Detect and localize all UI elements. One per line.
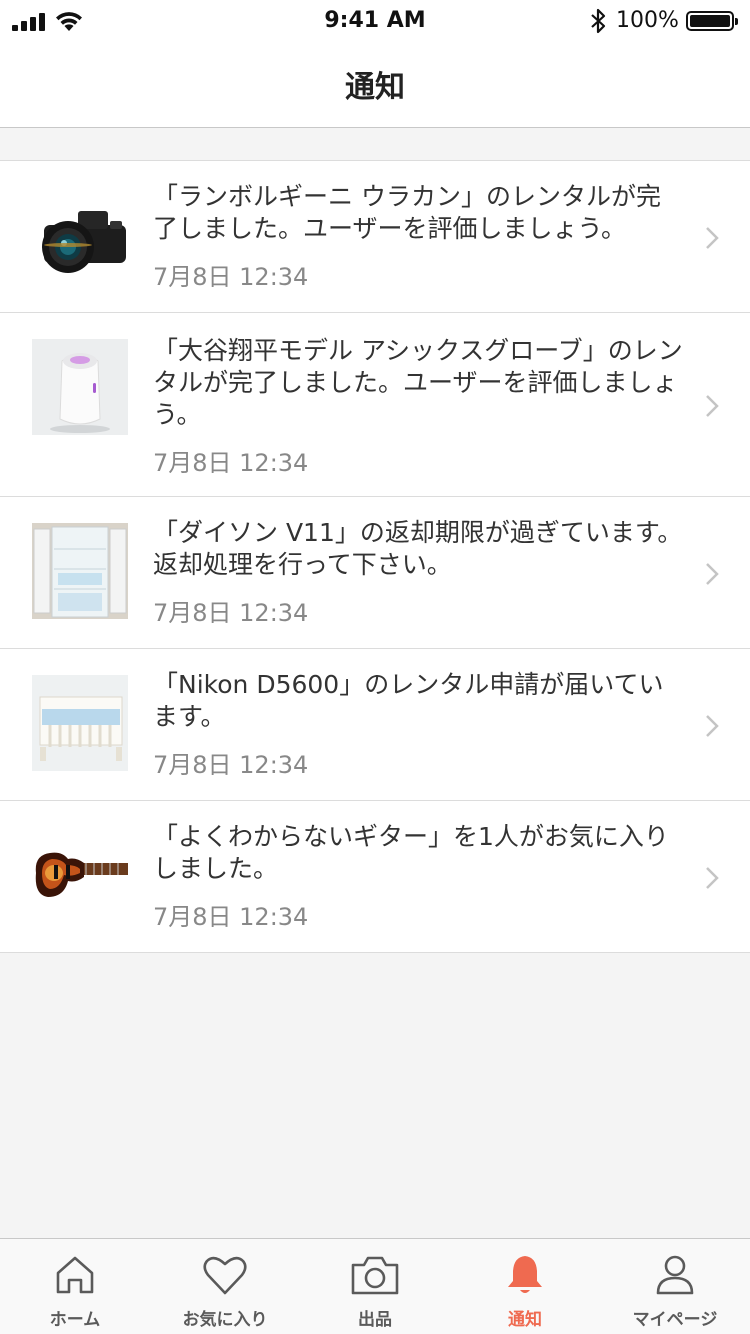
tab-favorites[interactable]: お気に入り (150, 1239, 300, 1334)
notification-date: 7月8日 12:34 (153, 263, 309, 291)
notification-message: 「大谷翔平モデル アシックスグローブ」のレンタルが完了しました。ユーザーを評価し… (153, 336, 683, 429)
battery-percentage: 100% (616, 8, 679, 33)
notification-text: 「よくわからないギター」を1人がお気に入りしました。 7月8日 12:34 (153, 821, 683, 932)
tab-mypage[interactable]: マイページ (600, 1239, 750, 1334)
refrigerator-image (32, 523, 128, 619)
tab-label: お気に入り (182, 1310, 268, 1330)
tab-home[interactable]: ホーム (0, 1239, 150, 1334)
tab-label: 通知 (508, 1310, 542, 1330)
baby-crib-image (32, 675, 128, 771)
person-icon (656, 1255, 694, 1295)
status-bar: 9:41 AM 100% (0, 0, 750, 40)
chevron-right-icon (706, 563, 719, 585)
bell-icon (508, 1256, 542, 1293)
tab-listing[interactable]: 出品 (300, 1239, 450, 1334)
notification-date: 7月8日 12:34 (153, 903, 309, 931)
chevron-right-icon (706, 715, 719, 737)
camera-image (32, 189, 128, 285)
page-title: 通知 (345, 70, 405, 105)
notification-date: 7月8日 12:34 (153, 599, 309, 627)
bluetooth-icon (591, 8, 606, 34)
notification-date: 7月8日 12:34 (153, 751, 309, 779)
tab-notifications[interactable]: 通知 (450, 1239, 600, 1334)
notification-message: 「Nikon D5600」のレンタル申請が届いています。 (153, 670, 664, 731)
notification-text: 「大谷翔平モデル アシックスグローブ」のレンタルが完了しました。ユーザーを評価し… (153, 335, 683, 478)
notification-item[interactable]: 「ダイソン V11」の返却期限が過ぎています。返却処理を行って下さい。 7月8日… (0, 497, 750, 649)
tab-label: 出品 (358, 1310, 392, 1330)
notification-message: 「よくわからないギター」を1人がお気に入りしました。 (153, 822, 669, 883)
navigation-header: 通知 (0, 40, 750, 128)
notification-message: 「ランボルギーニ ウラカン」のレンタルが完了しました。ユーザーを評価しましょう。 (153, 182, 661, 243)
notification-date: 7月8日 12:34 (153, 449, 309, 477)
notification-text: 「ダイソン V11」の返却期限が過ぎています。返却処理を行って下さい。 7月8日… (153, 517, 683, 628)
heart-icon (203, 1256, 247, 1295)
chevron-right-icon (706, 867, 719, 889)
notification-item[interactable]: 「Nikon D5600」のレンタル申請が届いています。 7月8日 12:34 (0, 649, 750, 801)
humidifier-image (32, 339, 128, 435)
notification-item[interactable]: 「よくわからないギター」を1人がお気に入りしました。 7月8日 12:34 (0, 801, 750, 953)
home-icon (56, 1256, 94, 1294)
tab-bar: ホーム お気に入り 出品 通知 マイページ (0, 1238, 750, 1334)
chevron-right-icon (706, 227, 719, 249)
chevron-right-icon (706, 395, 719, 417)
bass-guitar-image (32, 827, 128, 923)
notification-text: 「Nikon D5600」のレンタル申請が届いています。 7月8日 12:34 (153, 669, 683, 780)
camera-icon (351, 1256, 399, 1295)
notification-message: 「ダイソン V11」の返却期限が過ぎています。返却処理を行って下さい。 (153, 518, 683, 579)
notification-item[interactable]: 「大谷翔平モデル アシックスグローブ」のレンタルが完了しました。ユーザーを評価し… (0, 313, 750, 497)
notification-text: 「ランボルギーニ ウラカン」のレンタルが完了しました。ユーザーを評価しましょう。… (153, 181, 683, 292)
notification-item[interactable]: 「ランボルギーニ ウラカン」のレンタルが完了しました。ユーザーを評価しましょう。… (0, 161, 750, 313)
battery-icon (686, 11, 738, 31)
notification-list: 「ランボルギーニ ウラカン」のレンタルが完了しました。ユーザーを評価しましょう。… (0, 160, 750, 953)
tab-label: マイページ (632, 1310, 718, 1330)
tab-label: ホーム (49, 1310, 101, 1330)
